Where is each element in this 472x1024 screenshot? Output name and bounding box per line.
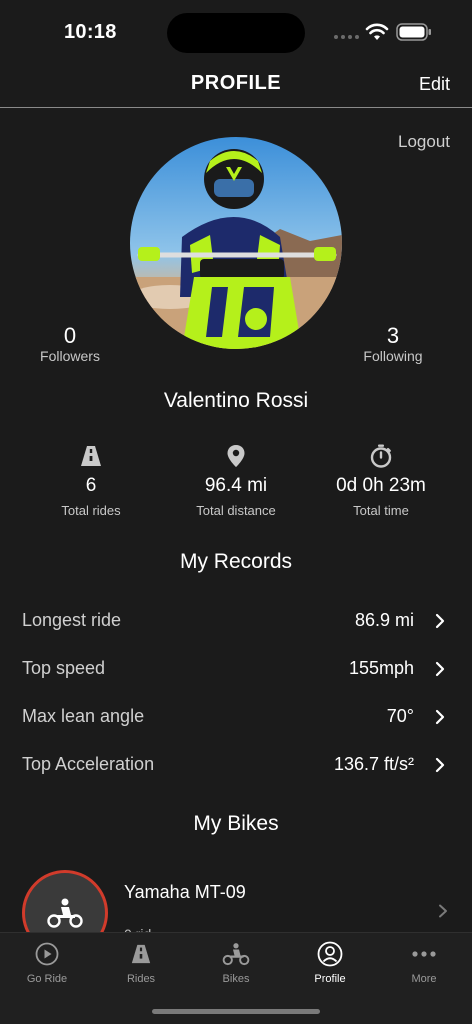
stat-value: 6	[85, 475, 97, 496]
page-title: PROFILE	[190, 72, 282, 94]
stat-total-time: 0d 0h 23m Total time	[306, 443, 456, 518]
battery-icon	[396, 23, 431, 41]
record-value: 86.9 mi	[354, 610, 414, 630]
record-label: Top Acceleration	[22, 754, 155, 774]
followers-count[interactable]: 0	[10, 323, 130, 349]
bike-name: Yamaha MT-09	[124, 882, 246, 902]
record-value: 136.7 ft/s²	[333, 754, 414, 774]
tab-label: Profile	[314, 973, 346, 985]
record-row-longest-ride[interactable]: Longest ride 86.9 mi	[0, 598, 472, 646]
navigation-header: PROFILE Edit	[0, 64, 472, 108]
stat-label: Total time	[353, 503, 409, 518]
followers-label[interactable]: Followers	[10, 348, 130, 364]
profile-avatar[interactable]	[130, 137, 342, 349]
record-row-max-lean-angle[interactable]: Max lean angle 70°	[0, 694, 472, 742]
stat-label: Total distance	[196, 503, 276, 518]
tab-profile[interactable]: Profile	[283, 941, 377, 985]
stat-value: 96.4 mi	[204, 475, 268, 496]
record-label: Max lean angle	[22, 706, 145, 726]
more-dots-icon	[412, 951, 436, 957]
edit-button[interactable]: Edit	[419, 74, 450, 95]
record-value: 70°	[386, 706, 414, 726]
stat-total-rides: 6 Total rides	[16, 443, 166, 518]
tab-label: More	[411, 973, 437, 985]
status-time: 10:18	[64, 21, 117, 43]
chevron-right-icon	[439, 904, 447, 918]
bike-row-yamaha-mt09[interactable]: Yamaha MT-09 0 rid	[0, 868, 472, 956]
road-icon	[131, 944, 151, 964]
user-name: Valentino Rossi	[163, 389, 309, 412]
cellular-signal-icon	[334, 35, 359, 39]
tab-label: Bikes	[222, 973, 250, 985]
record-row-top-speed[interactable]: Top speed 155mph	[0, 646, 472, 694]
chevron-right-icon	[435, 757, 445, 773]
stat-total-distance: 96.4 mi Total distance	[161, 443, 311, 518]
following-label[interactable]: Following	[333, 348, 453, 364]
road-icon	[81, 446, 101, 466]
motorcycle-icon	[47, 898, 83, 928]
profile-icon	[317, 941, 343, 967]
logout-button[interactable]: Logout	[398, 132, 450, 152]
chevron-right-icon	[435, 709, 445, 725]
tab-bikes[interactable]: Bikes	[189, 941, 283, 985]
status-bar: 10:18	[0, 0, 472, 64]
record-value: 155mph	[348, 658, 414, 678]
tab-go-ride[interactable]: Go Ride	[0, 941, 94, 985]
tab-more[interactable]: More	[377, 941, 471, 985]
home-indicator	[152, 1009, 320, 1014]
tab-rides[interactable]: Rides	[94, 941, 188, 985]
location-pin-icon	[227, 445, 245, 467]
records-title: My Records	[179, 550, 293, 573]
bikes-title: My Bikes	[193, 812, 279, 835]
stat-label: Total rides	[61, 503, 121, 518]
play-circle-icon	[35, 942, 59, 966]
stat-value: 0d 0h 23m	[336, 475, 426, 496]
record-row-top-acceleration[interactable]: Top Acceleration 136.7 ft/s²	[0, 742, 472, 790]
tab-label: Go Ride	[26, 973, 68, 985]
chevron-right-icon	[435, 661, 445, 677]
dynamic-island	[167, 13, 305, 53]
record-label: Top speed	[22, 658, 106, 678]
stopwatch-icon	[370, 444, 392, 468]
following-count[interactable]: 3	[333, 323, 453, 349]
motorcycle-icon	[222, 943, 250, 966]
chevron-right-icon	[435, 613, 445, 629]
record-label: Longest ride	[22, 610, 122, 630]
tab-label: Rides	[126, 973, 156, 985]
wifi-icon	[365, 23, 389, 40]
